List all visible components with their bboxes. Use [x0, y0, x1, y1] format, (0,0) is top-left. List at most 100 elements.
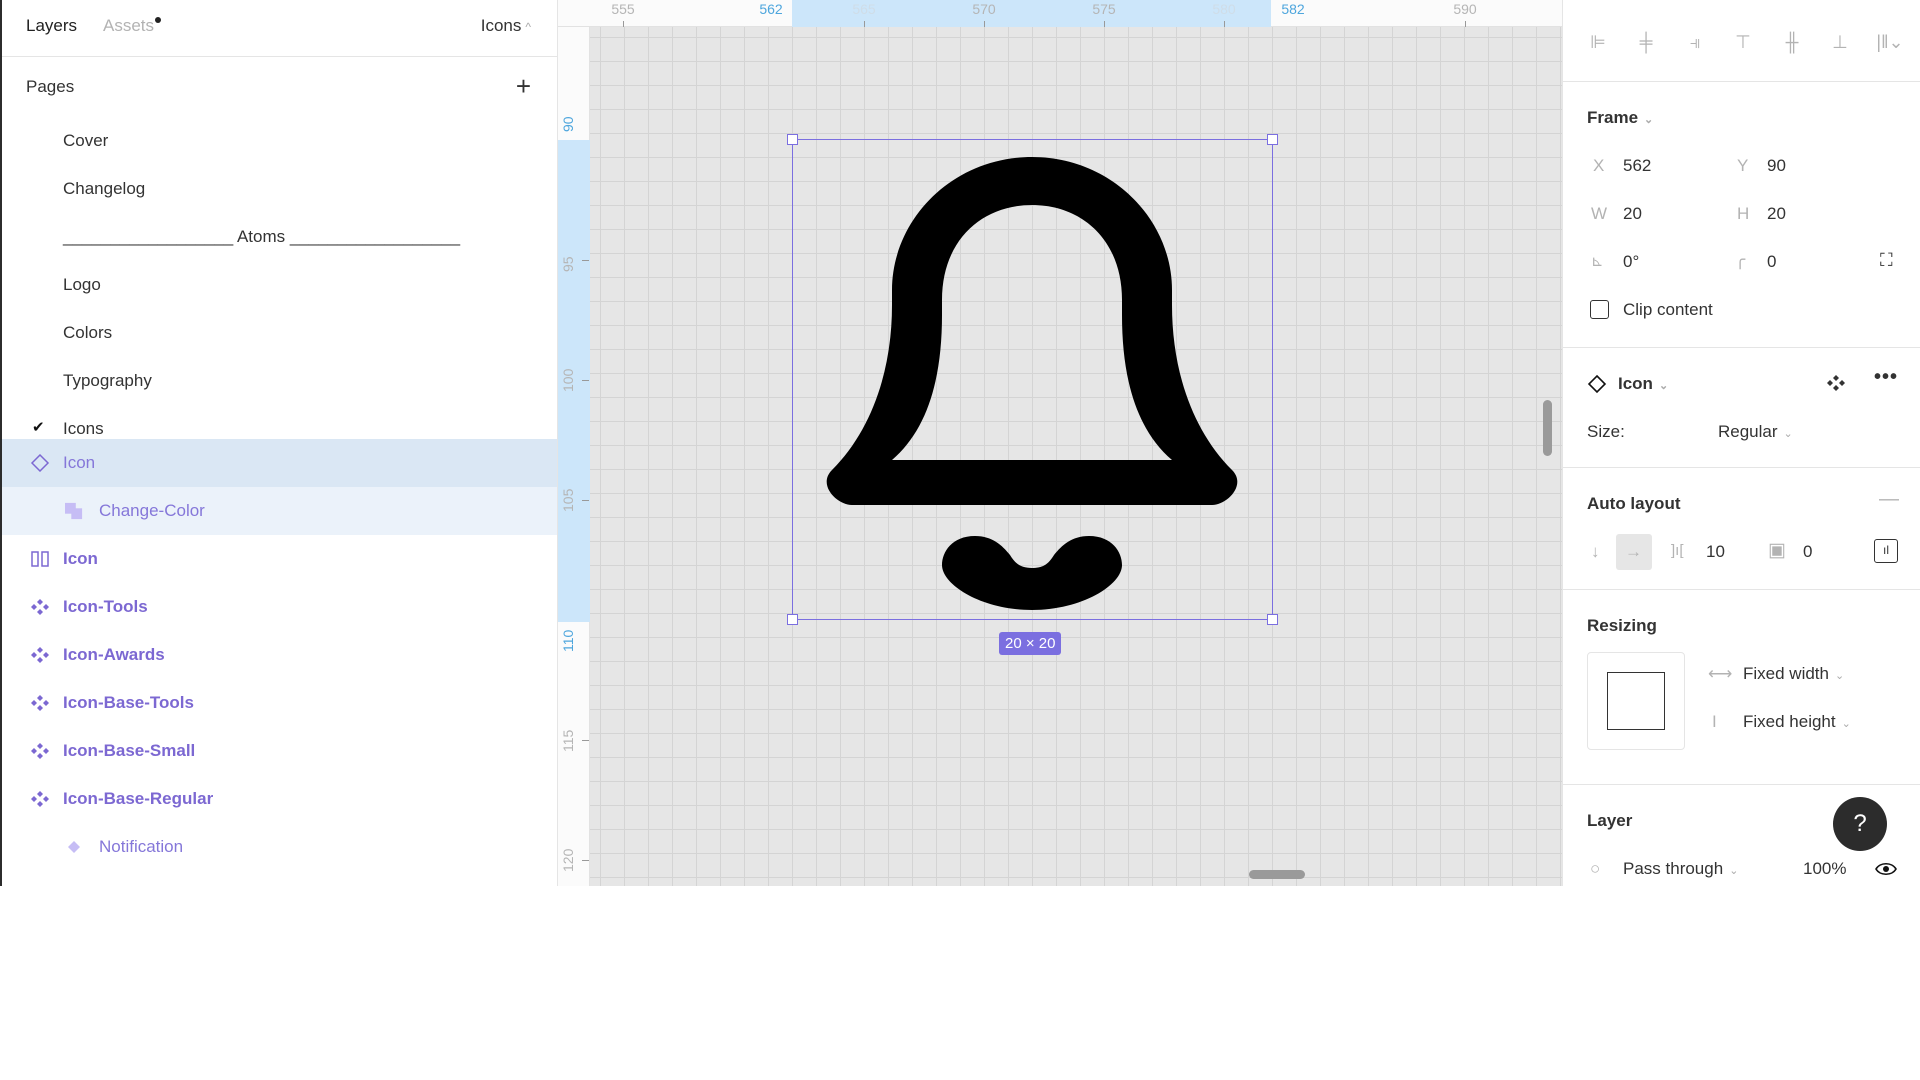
layer-row-icon-base-tools[interactable]: Icon-Base-Tools	[2, 679, 557, 727]
help-button[interactable]: ?	[1833, 797, 1887, 851]
pages-title: Pages	[26, 77, 75, 96]
tab-assets[interactable]: Assets	[103, 16, 162, 36]
ruler-tick-label: 100	[560, 368, 576, 392]
go-to-main-component-icon[interactable]	[1826, 373, 1846, 393]
pages-header: Pages +	[2, 57, 557, 117]
panel-tabs: Layers Assets Icons ^	[2, 0, 557, 57]
frame-columns-icon	[31, 551, 49, 567]
layer-row-icon-selected[interactable]: Icon	[2, 439, 557, 487]
layer-title: Layer	[1587, 811, 1633, 830]
padding-input[interactable]: 0	[1803, 542, 1812, 562]
rotation-input[interactable]: 0°	[1623, 252, 1639, 272]
frame-title[interactable]: Frame ⌄	[1587, 108, 1653, 128]
direction-vertical-icon[interactable]: ↓	[1591, 542, 1600, 562]
ruler-tick	[582, 860, 589, 861]
component-diamond-icon	[68, 841, 80, 853]
clip-content-checkbox[interactable]	[1590, 300, 1609, 319]
layer-label: Icon-Base-Tools	[63, 693, 194, 712]
align-vertical-center-icon[interactable]: ╫	[1781, 32, 1803, 54]
height-mode-dropdown[interactable]: Fixed height ⌄	[1743, 712, 1851, 732]
design-canvas[interactable]: 555 562 565 570 575 580 582 590 90 95 10…	[558, 0, 1562, 886]
direction-horizontal-button[interactable]: →	[1616, 534, 1652, 570]
page-item-icons[interactable]: ✔ Icons	[2, 405, 557, 439]
layers-panel: Layers Assets Icons ^ Pages + Cover Chang…	[0, 0, 558, 886]
page-item-typography[interactable]: Typography	[2, 357, 557, 405]
ruler-tick	[582, 380, 589, 381]
item-spacing-input[interactable]: 10	[1706, 542, 1725, 562]
ruler-tick	[1465, 21, 1466, 27]
resizing-title: Resizing	[1587, 616, 1657, 635]
frame-title-label: Frame	[1587, 108, 1639, 127]
blend-mode-dropdown[interactable]: Pass through ⌄	[1623, 859, 1738, 879]
align-bottom-icon[interactable]: ⊥	[1829, 32, 1851, 54]
ruler-tick-label: 95	[560, 256, 576, 272]
more-options-icon[interactable]: •••	[1874, 366, 1898, 389]
resize-handle-top-left[interactable]	[787, 134, 798, 145]
size-property-dropdown[interactable]: Regular ⌄	[1718, 422, 1793, 442]
independent-corners-icon[interactable]: ⛶	[1880, 250, 1893, 271]
layer-label: Change-Color	[99, 501, 205, 520]
blend-mode-value: Pass through	[1623, 859, 1724, 878]
layer-row-icon-tools[interactable]: Icon-Tools	[2, 583, 557, 631]
layer-label: Notification	[99, 837, 184, 856]
page-switcher[interactable]: Icons ^	[481, 16, 531, 36]
page-item-logo[interactable]: Logo	[2, 261, 557, 309]
y-input[interactable]: 90	[1767, 156, 1786, 176]
resizing-section: Resizing ⟷ Fixed width ⌄ I Fixed height ⌄	[1563, 590, 1920, 785]
page-label: Colors	[63, 323, 113, 342]
page-item-cover[interactable]: Cover	[2, 117, 557, 165]
component-set-icon	[31, 599, 49, 615]
selection-size-badge: 20 × 20	[999, 632, 1062, 655]
chevron-down-icon: ⌄	[1658, 380, 1669, 392]
resizing-preview	[1587, 652, 1685, 750]
page-label: Cover	[63, 131, 109, 150]
align-right-icon[interactable]: ⫣	[1684, 32, 1706, 54]
unread-dot-icon	[155, 17, 162, 23]
layer-row-notification[interactable]: Notification	[2, 823, 557, 871]
selection-box[interactable]	[792, 139, 1273, 620]
layer-row-icon-awards[interactable]: Icon-Awards	[2, 631, 557, 679]
remove-auto-layout-button[interactable]: —	[1879, 488, 1899, 511]
resize-handle-bottom-right[interactable]	[1267, 614, 1278, 625]
opacity-input[interactable]: 100%	[1803, 859, 1846, 879]
resize-handle-bottom-left[interactable]	[787, 614, 798, 625]
width-input[interactable]: 20	[1623, 204, 1642, 224]
eye-icon[interactable]	[1875, 861, 1897, 877]
page-item-colors[interactable]: Colors	[2, 309, 557, 357]
checkmark-icon: ✔	[32, 419, 45, 436]
width-mode-dropdown[interactable]: Fixed width ⌄	[1743, 664, 1844, 684]
size-property-value: Regular	[1718, 422, 1778, 441]
x-input[interactable]: 562	[1623, 156, 1651, 176]
align-horizontal-center-icon[interactable]: ╪	[1635, 32, 1657, 54]
horizontal-scrollbar[interactable]	[1249, 870, 1305, 879]
align-left-icon[interactable]: ⊫	[1587, 32, 1609, 54]
component-name-dropdown[interactable]: Icon ⌄	[1618, 374, 1668, 394]
corner-radius-input[interactable]: 0	[1767, 252, 1776, 272]
page-item-changelog[interactable]: Changelog	[2, 165, 557, 213]
height-input[interactable]: 20	[1767, 204, 1786, 224]
current-page-label: Icons	[480, 16, 522, 35]
chevron-down-icon: ⌄	[1644, 114, 1654, 126]
vertical-scrollbar[interactable]	[1543, 400, 1552, 456]
distribute-dropdown-icon[interactable]: |‖⌄	[1873, 32, 1907, 54]
layer-row-icon-frame[interactable]: Icon	[2, 535, 557, 583]
tab-layers[interactable]: Layers	[26, 16, 77, 36]
ruler-tick-label: 580	[1212, 1, 1236, 17]
add-page-button[interactable]: +	[516, 71, 531, 102]
ruler-tick	[582, 260, 589, 261]
layer-label: Icon	[63, 453, 96, 472]
page-label: Typography	[63, 371, 152, 390]
alignment-settings-icon[interactable]: ıl	[1874, 539, 1898, 563]
align-top-icon[interactable]: ⊤	[1732, 32, 1754, 54]
component-set-icon	[31, 791, 49, 807]
ruler-tick-label: 105	[560, 488, 576, 512]
layer-row-icon-base-regular[interactable]: Icon-Base-Regular	[2, 775, 557, 823]
layer-label: Icon-Base-Small	[63, 741, 196, 760]
layer-row-change-color[interactable]: Change-Color	[2, 487, 557, 535]
chevron-down-icon: ⌄	[1729, 865, 1739, 877]
page-item-atoms-divider[interactable]: __________________ Atoms _______________…	[2, 213, 557, 261]
horizontal-resize-icon: ⟷	[1708, 664, 1733, 683]
size-property-label: Size:	[1587, 422, 1625, 441]
resize-handle-top-right[interactable]	[1267, 134, 1278, 145]
layer-row-icon-base-small[interactable]: Icon-Base-Small	[2, 727, 557, 775]
